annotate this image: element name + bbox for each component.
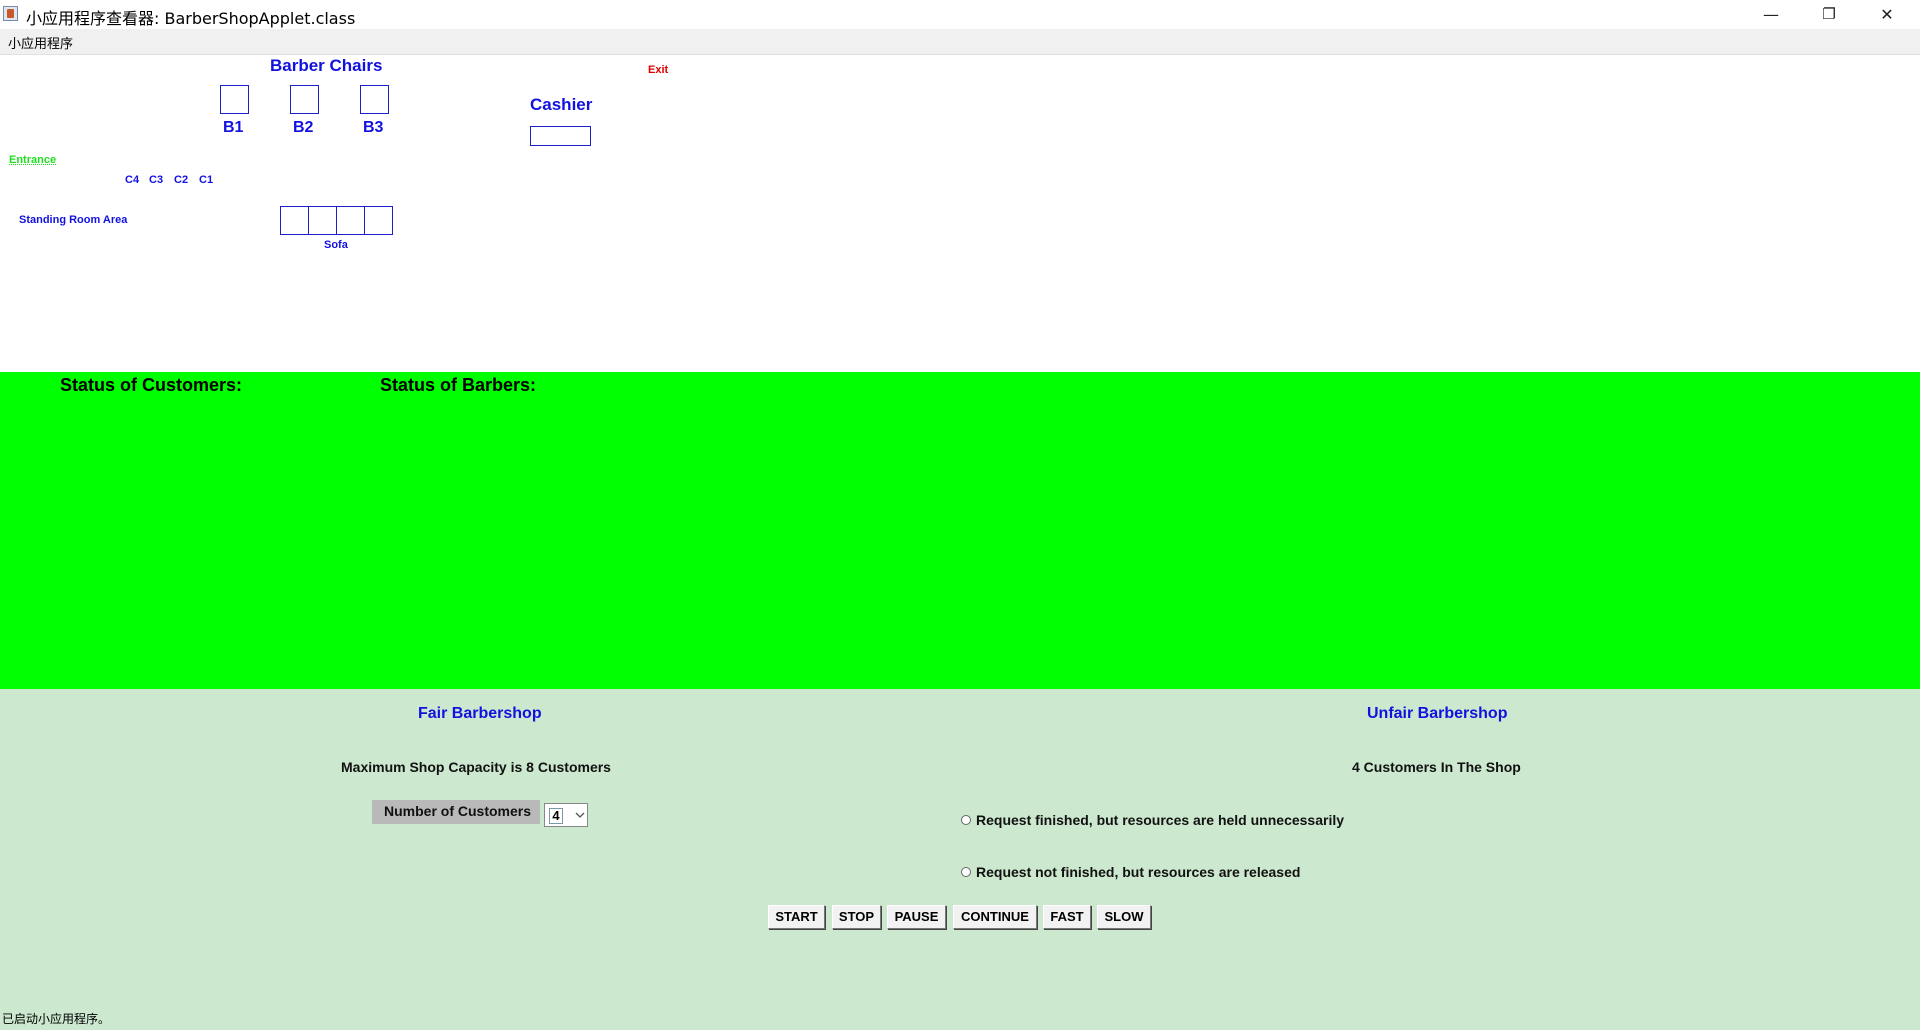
exit-label: Exit: [648, 64, 669, 76]
sofa-label: Sofa: [324, 239, 348, 251]
customer-c2: C2: [174, 174, 189, 186]
menu-bar: 小应用程序: [0, 29, 1920, 54]
sofa-seat-3: [336, 206, 365, 235]
applet-status-text: 已启动小应用程序。: [2, 1012, 111, 1026]
number-of-customers-label-box: Number of Customers: [372, 800, 540, 824]
window-title-bar: 小应用程序查看器: BarberShopApplet.class — ❐ ✕: [0, 0, 1920, 29]
barber-chair-b1: [220, 85, 249, 114]
java-app-icon: [3, 6, 18, 21]
unfair-barbershop-title: Unfair Barbershop: [1367, 705, 1508, 722]
restore-icon[interactable]: ❐: [1800, 0, 1858, 29]
number-of-customers-value: 4: [549, 808, 563, 824]
close-icon[interactable]: ✕: [1858, 0, 1916, 29]
customer-c4: C4: [125, 174, 140, 186]
radio-held-unnecessarily[interactable]: [961, 815, 971, 825]
entrance-label: Entrance: [9, 154, 57, 166]
cashier-label: Cashier: [530, 95, 593, 114]
sofa-seat-2: [308, 206, 337, 235]
fair-barbershop-title: Fair Barbershop: [418, 705, 542, 722]
barber-chairs-title: Barber Chairs: [270, 56, 383, 75]
stop-button[interactable]: STOP: [832, 905, 881, 929]
barber-chair-b2: [290, 85, 319, 114]
minimize-icon[interactable]: —: [1742, 0, 1800, 29]
standing-room-label: Standing Room Area: [19, 214, 128, 226]
pause-button[interactable]: PAUSE: [887, 905, 946, 929]
barber-chair-b3: [360, 85, 389, 114]
control-panel: [0, 689, 1920, 1030]
radio-held-unnecessarily-label[interactable]: Request finished, but resources are held…: [976, 812, 1344, 828]
fast-button[interactable]: FAST: [1043, 905, 1091, 929]
chevron-down-icon[interactable]: [573, 805, 587, 829]
barbers-status-title: Status of Barbers:: [380, 375, 537, 395]
window-title: 小应用程序查看器: BarberShopApplet.class: [26, 9, 356, 28]
sofa-seat-1: [280, 206, 309, 235]
continue-button[interactable]: CONTINUE: [953, 905, 1037, 929]
capacity-text: Maximum Shop Capacity is 8 Customers: [341, 759, 611, 775]
number-of-customers-select[interactable]: 4: [544, 803, 588, 827]
shop-canvas: Barber Chairs B1 B2 B3 Cashier Exit Entr…: [0, 54, 1920, 373]
chair-label-b1: B1: [223, 119, 244, 136]
number-of-customers-label: Number of Customers: [384, 803, 532, 819]
customer-c3: C3: [149, 174, 164, 186]
start-button[interactable]: START: [768, 905, 825, 929]
cashier-box: [530, 126, 591, 146]
sofa-seat-4: [364, 206, 393, 235]
customer-c1: C1: [199, 174, 214, 186]
chair-label-b2: B2: [293, 119, 314, 136]
chair-label-b3: B3: [363, 119, 384, 136]
radio-resources-released-label[interactable]: Request not finished, but resources are …: [976, 864, 1300, 880]
menu-applet[interactable]: 小应用程序: [8, 33, 73, 52]
customers-status-title: Status of Customers:: [60, 375, 243, 395]
radio-resources-released[interactable]: [961, 867, 971, 877]
slow-button[interactable]: SLOW: [1097, 905, 1151, 929]
customers-in-shop-text: 4 Customers In The Shop: [1352, 759, 1521, 775]
status-panel: Status of Customers: Status of Barbers:: [0, 372, 1920, 689]
